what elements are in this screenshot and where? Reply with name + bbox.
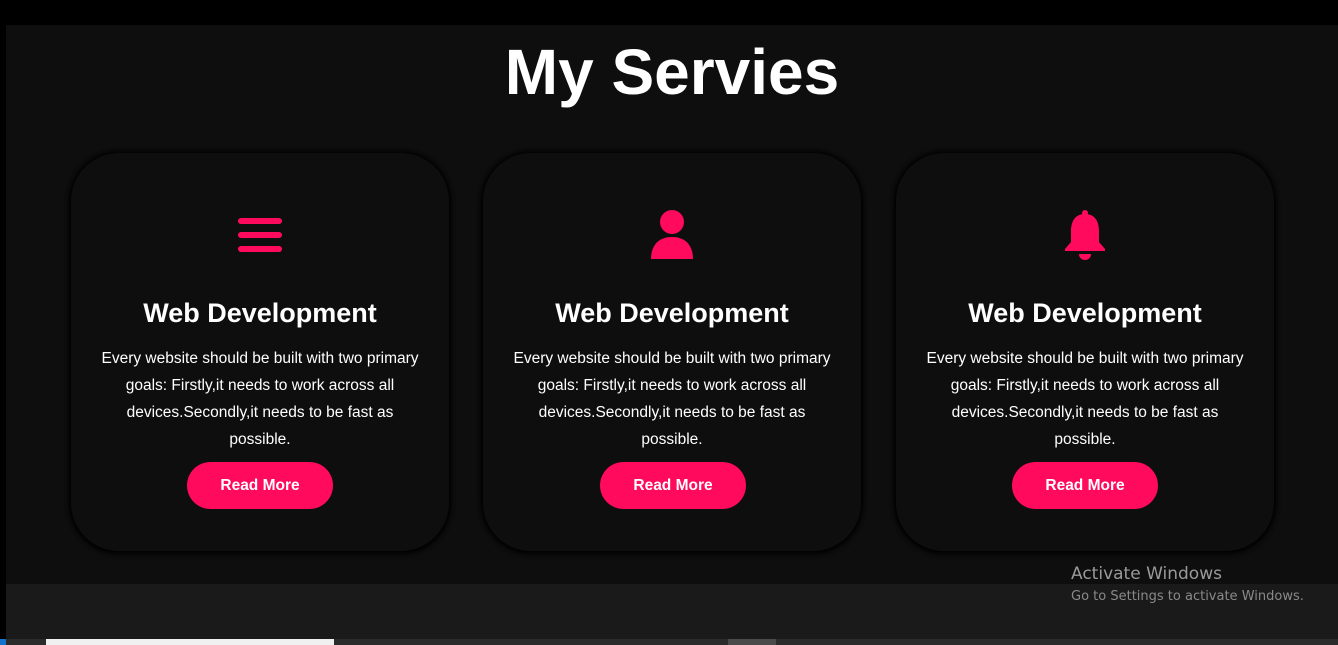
browser-top-strip: [0, 0, 1338, 25]
watermark-title: Activate Windows: [1071, 564, 1222, 584]
service-description: Every website should be built with two p…: [513, 350, 831, 448]
taskbar-app[interactable]: [728, 639, 776, 645]
service-description: Every website should be built with two p…: [926, 350, 1244, 448]
page-title: My Servies: [504, 36, 840, 108]
read-more-button[interactable]: Read More: [187, 462, 333, 509]
taskbar: [0, 639, 1338, 645]
service-description: Every website should be built with two p…: [101, 350, 419, 448]
service-title: Web Development: [143, 298, 377, 328]
service-title: Web Development: [555, 298, 789, 328]
services-section: My Servies Web Development Every website…: [6, 25, 1338, 584]
read-more-button[interactable]: Read More: [600, 462, 746, 509]
start-button[interactable]: [0, 639, 6, 645]
service-title: Web Development: [968, 298, 1202, 328]
activate-windows-watermark: Activate Windows Go to Settings to activ…: [1071, 563, 1331, 607]
taskbar-search[interactable]: [46, 639, 334, 645]
menu-bars-icon: [235, 209, 285, 261]
service-card-3: Web Development Every website should be …: [896, 153, 1274, 551]
service-card-2: Web Development Every website should be …: [483, 153, 861, 551]
bell-icon: [1060, 209, 1110, 261]
watermark-subtitle: Go to Settings to activate Windows.: [1071, 589, 1304, 604]
user-icon: [647, 209, 697, 261]
service-card-1: Web Development Every website should be …: [71, 153, 449, 551]
read-more-button[interactable]: Read More: [1012, 462, 1158, 509]
